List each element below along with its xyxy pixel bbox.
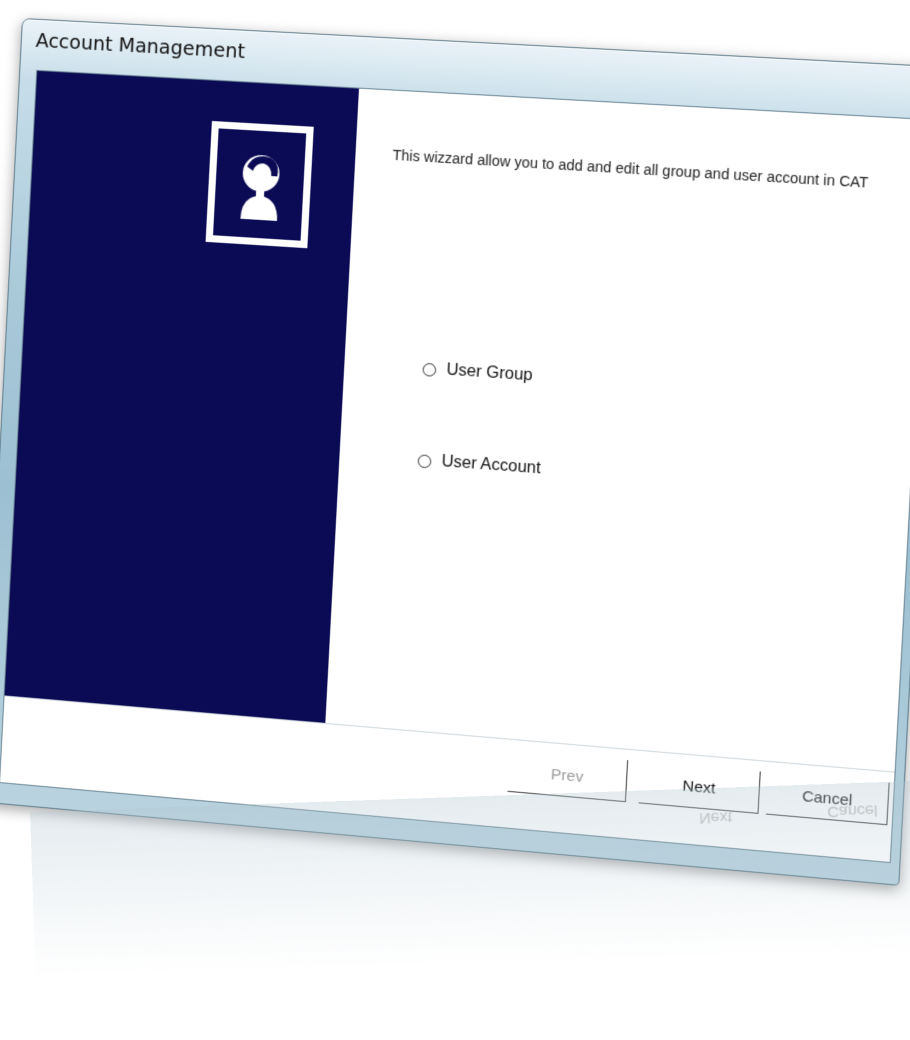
user-group-option[interactable]: User Group [422, 360, 533, 386]
wizard-description: This wizzard allow you to add and edit a… [392, 146, 869, 191]
user-silhouette-icon [213, 128, 307, 241]
window-title: Account Management [35, 29, 246, 64]
wizard-client-area: This wizzard allow you to add and edit a… [0, 69, 910, 864]
user-group-label: User Group [446, 361, 534, 385]
wizard-content: This wizzard allow you to add and edit a… [325, 88, 910, 773]
reflection-next-text: Next [698, 808, 733, 827]
reflection-cancel-text: Cancel [826, 801, 878, 821]
user-account-label: User Account [441, 452, 542, 478]
user-account-radio[interactable] [417, 453, 432, 468]
user-account-option[interactable]: User Account [417, 451, 541, 478]
wizard-logo [205, 120, 314, 249]
wizard-side-panel [4, 70, 359, 724]
account-management-window: Account Management ✕ This wizzard allow … [0, 18, 910, 886]
window-reflection: Next Cancel [30, 780, 910, 1032]
user-group-radio[interactable] [422, 362, 437, 377]
